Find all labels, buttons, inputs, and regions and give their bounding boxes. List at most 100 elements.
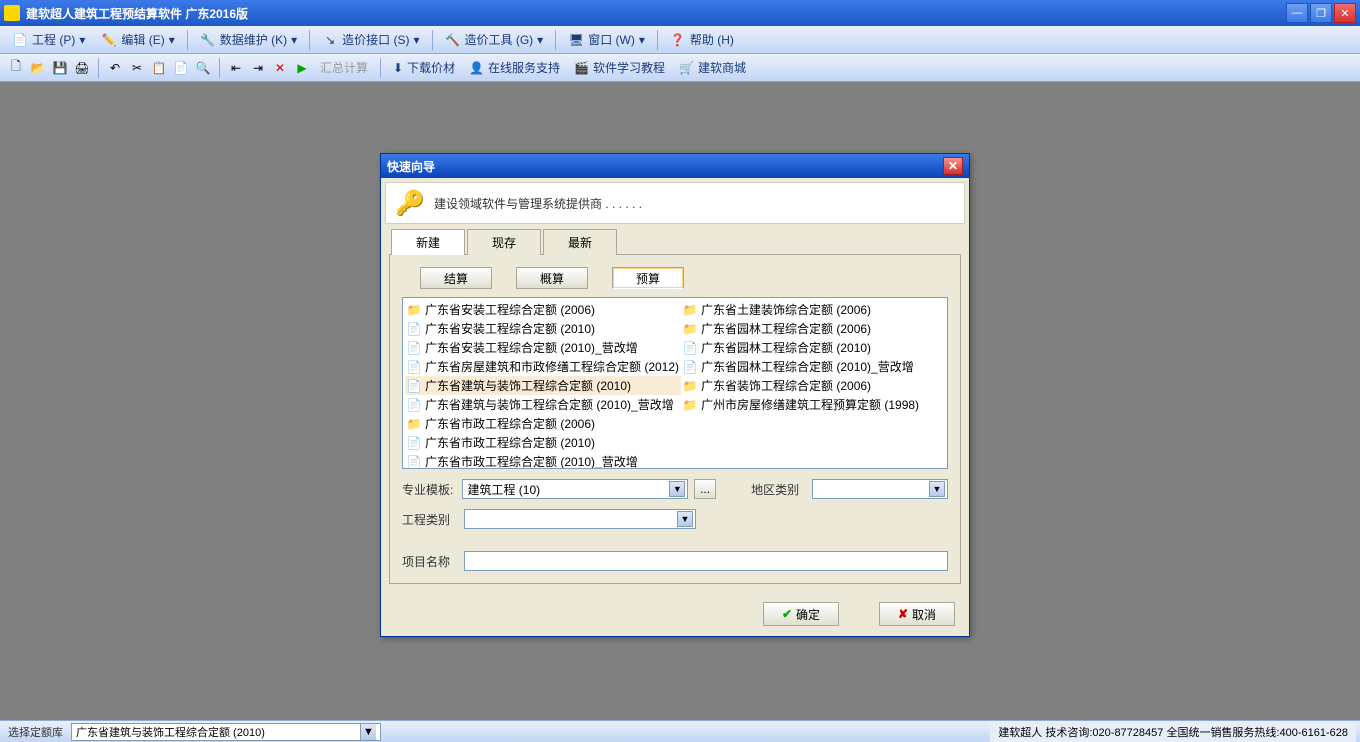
menu-project[interactable]: 📄工程 (P)▾ <box>6 29 91 50</box>
video-icon: 🎬 <box>574 61 589 75</box>
project-icon: 📄 <box>12 32 28 48</box>
project-name-input[interactable] <box>464 551 948 571</box>
list-item[interactable]: 📄广东省安装工程综合定额 (2010) <box>405 319 681 338</box>
region-label: 地区类别 <box>751 481 805 498</box>
app-icon <box>4 5 20 21</box>
document-icon: 📄 <box>407 398 421 412</box>
list-item[interactable]: 📁广东省安装工程综合定额 (2006) <box>405 300 681 319</box>
tab-existing[interactable]: 现存 <box>467 229 541 255</box>
menu-data[interactable]: 🔧数据维护 (K)▾ <box>194 29 303 50</box>
folder-icon: 📁 <box>683 322 697 336</box>
tools-icon: 🔨 <box>445 32 461 48</box>
new-icon[interactable]: 🗋 <box>6 58 26 78</box>
document-icon: 📄 <box>407 322 421 336</box>
summary-calc-button[interactable]: 汇总计算 <box>314 57 374 78</box>
wizard-icon: 🔑 <box>396 189 424 217</box>
cut-icon[interactable]: ✂ <box>127 58 147 78</box>
title-bar: 建软超人建筑工程预结算软件 广东2016版 — ❐ ✕ <box>0 0 1360 26</box>
interface-icon: ↘ <box>322 32 338 48</box>
menu-window[interactable]: 🖥窗口 (W)▾ <box>562 29 651 50</box>
menu-cost-api[interactable]: ↘造价接口 (S)▾ <box>316 29 425 50</box>
quota-library-combo[interactable]: 广东省建筑与装饰工程综合定额 (2010) ▼ <box>71 723 381 741</box>
play-icon[interactable]: ▶ <box>292 58 312 78</box>
minimize-button[interactable]: — <box>1286 3 1308 23</box>
chevron-down-icon[interactable]: ▼ <box>360 724 376 740</box>
chevron-down-icon[interactable]: ▼ <box>669 481 685 497</box>
menu-separator <box>657 30 658 50</box>
list-item[interactable]: 📁广东省园林工程综合定额 (2006) <box>681 319 945 338</box>
list-item[interactable]: 📄广东省园林工程综合定额 (2010) <box>681 338 945 357</box>
list-item[interactable]: 📁广东省市政工程综合定额 (2006) <box>405 414 681 433</box>
download-price-button[interactable]: ⬇下载价材 <box>387 57 461 78</box>
list-item[interactable]: 📄广东省房屋建筑和市政修缮工程综合定额 (2012) <box>405 357 681 376</box>
list-item[interactable]: 📁广东省土建装饰综合定额 (2006) <box>681 300 945 319</box>
cancel-button[interactable]: ✘取消 <box>879 602 955 626</box>
find-icon[interactable]: 🔍 <box>193 58 213 78</box>
print-icon[interactable]: 🖨 <box>72 58 92 78</box>
region-combo[interactable]: ▼ <box>812 479 948 499</box>
cart-icon: 🛒 <box>679 61 694 75</box>
template-browse-button[interactable]: ... <box>694 479 715 499</box>
folder-icon: 📁 <box>683 303 697 317</box>
list-item[interactable]: 📁广州市房屋修缮建筑工程预算定额 (1998) <box>681 395 945 414</box>
dialog-title-bar[interactable]: 快速向导 ✕ <box>381 154 969 178</box>
subtab-settlement[interactable]: 结算 <box>420 267 492 289</box>
delete-icon[interactable]: ✕ <box>270 58 290 78</box>
menu-separator <box>309 30 310 50</box>
banner-text: 建设领域软件与管理系统提供商 . . . . . . <box>434 195 642 212</box>
maximize-button[interactable]: ❐ <box>1310 3 1332 23</box>
template-label: 专业模板: <box>402 481 456 498</box>
list-item[interactable]: 📄广东省园林工程综合定额 (2010)_营改增 <box>681 357 945 376</box>
dialog-close-button[interactable]: ✕ <box>943 157 963 175</box>
category-combo[interactable]: ▼ <box>464 509 696 529</box>
mall-button[interactable]: 🛒建软商城 <box>673 57 752 78</box>
undo-icon[interactable]: ↶ <box>105 58 125 78</box>
step-back-icon[interactable]: ⇤ <box>226 58 246 78</box>
data-icon: 🔧 <box>200 32 216 48</box>
folder-icon: 📁 <box>683 379 697 393</box>
tab-recent[interactable]: 最新 <box>543 229 617 255</box>
dialog-title: 快速向导 <box>387 158 435 175</box>
quota-list[interactable]: 📁广东省安装工程综合定额 (2006)📄广东省安装工程综合定额 (2010)📄广… <box>402 297 948 469</box>
list-item[interactable]: 📄广东省市政工程综合定额 (2010) <box>405 433 681 452</box>
menu-separator <box>187 30 188 50</box>
support-icon: 👤 <box>469 61 484 75</box>
menu-cost-tools[interactable]: 🔨造价工具 (G)▾ <box>439 29 550 50</box>
save-icon[interactable]: 💾 <box>50 58 70 78</box>
status-label: 选择定额库 <box>4 724 67 740</box>
list-item[interactable]: 📄广东省安装工程综合定额 (2010)_营改增 <box>405 338 681 357</box>
list-item[interactable]: 📁广东省装饰工程综合定额 (2006) <box>681 376 945 395</box>
dialog-banner: 🔑 建设领域软件与管理系统提供商 . . . . . . <box>385 182 965 224</box>
tutorial-button[interactable]: 🎬软件学习教程 <box>568 57 671 78</box>
list-item[interactable]: 📄广东省建筑与装饰工程综合定额 (2010) <box>405 376 681 395</box>
ok-button[interactable]: ✔确定 <box>763 602 839 626</box>
list-item[interactable]: 📄广东省建筑与装饰工程综合定额 (2010)_营改增 <box>405 395 681 414</box>
copy-icon[interactable]: 📋 <box>149 58 169 78</box>
chevron-down-icon[interactable]: ▼ <box>929 481 945 497</box>
folder-icon: 📁 <box>683 398 697 412</box>
open-icon[interactable]: 📂 <box>28 58 48 78</box>
tab-new[interactable]: 新建 <box>391 229 465 255</box>
project-name-label: 项目名称 <box>402 553 458 570</box>
menu-edit[interactable]: ✏️编辑 (E)▾ <box>95 29 180 50</box>
document-icon: 📄 <box>407 360 421 374</box>
list-item[interactable]: 📄广东省市政工程综合定额 (2010)_营改增 <box>405 452 681 469</box>
folder-icon: 📁 <box>407 417 421 431</box>
paste-icon[interactable]: 📄 <box>171 58 191 78</box>
template-combo[interactable]: 建筑工程 (10) ▼ <box>462 479 688 499</box>
step-fwd-icon[interactable]: ⇥ <box>248 58 268 78</box>
edit-icon: ✏️ <box>101 32 117 48</box>
x-icon: ✘ <box>898 607 908 621</box>
document-icon: 📄 <box>407 341 421 355</box>
check-icon: ✔ <box>782 607 792 621</box>
menu-help[interactable]: ❓帮助 (H) <box>664 29 740 50</box>
menu-separator <box>432 30 433 50</box>
chevron-down-icon[interactable]: ▼ <box>677 511 693 527</box>
document-icon: 📄 <box>407 436 421 450</box>
dialog-body: 结算 概算 预算 📁广东省安装工程综合定额 (2006)📄广东省安装工程综合定额… <box>389 254 961 584</box>
subtab-budget[interactable]: 预算 <box>612 267 684 289</box>
online-support-button[interactable]: 👤在线服务支持 <box>463 57 566 78</box>
window-icon: 🖥 <box>568 32 584 48</box>
subtab-estimate[interactable]: 概算 <box>516 267 588 289</box>
close-button[interactable]: ✕ <box>1334 3 1356 23</box>
